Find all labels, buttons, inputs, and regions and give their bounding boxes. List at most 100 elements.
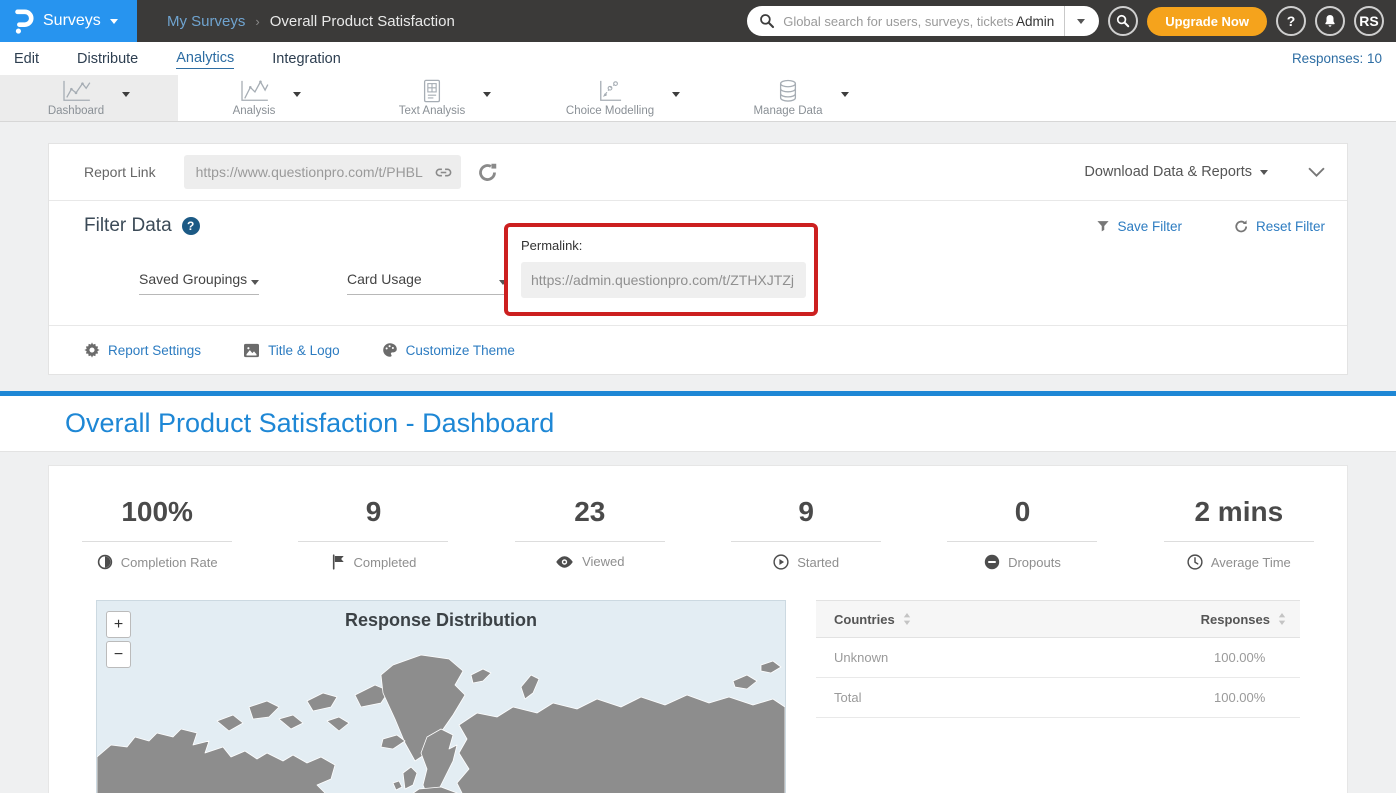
notifications-button[interactable]: [1315, 6, 1345, 36]
clock-icon: [1187, 554, 1203, 570]
palette-icon: [382, 342, 398, 358]
subnav-item-analytics[interactable]: Analytics: [176, 48, 234, 69]
chevron-down-icon: [1260, 170, 1268, 175]
stats-row: 100% Completion Rate 9: [49, 466, 1347, 570]
play-circle-icon: [773, 554, 789, 570]
save-filter-label: Save Filter: [1117, 219, 1182, 234]
document-grid-icon: [419, 79, 445, 103]
chevron-down-icon[interactable]: [483, 92, 491, 97]
report-actions-row: Report Settings Title & Logo Customize T…: [49, 326, 1347, 374]
responses-cell: 100.00%: [1214, 650, 1286, 665]
bell-icon: [1323, 14, 1337, 28]
stat-label: Completed: [354, 555, 417, 570]
upgrade-now-button[interactable]: Upgrade Now: [1147, 7, 1267, 36]
filter-help-icon[interactable]: ?: [182, 217, 200, 235]
responses-count: Responses: 10: [1292, 51, 1382, 66]
surveys-product-menu[interactable]: Surveys: [0, 0, 137, 42]
filter-data-title: Filter Data: [84, 215, 172, 237]
stat-value: 0: [1015, 496, 1031, 528]
collapse-chevron-icon[interactable]: [1308, 167, 1325, 178]
search-icon: [1116, 14, 1130, 28]
lower-row: Response Distribution + −: [49, 600, 1347, 793]
report-link-input[interactable]: [184, 155, 461, 189]
divider: [82, 541, 232, 542]
sort-icon[interactable]: [1278, 613, 1286, 625]
tab-text-analysis[interactable]: Text Analysis: [356, 75, 534, 121]
database-icon: [776, 79, 800, 103]
dashboard-panel: 100% Completion Rate 9: [48, 465, 1348, 793]
customize-theme-button[interactable]: Customize Theme: [382, 342, 515, 358]
response-distribution-map[interactable]: Response Distribution + −: [96, 600, 786, 793]
divider: [298, 541, 448, 542]
table-row: Total 100.00%: [816, 678, 1300, 718]
subnav-item-distribute[interactable]: Distribute: [77, 49, 138, 69]
map-zoom-in-button[interactable]: +: [106, 611, 131, 638]
question-mark-icon: ?: [1287, 13, 1296, 29]
link-icon[interactable]: [434, 163, 453, 182]
report-settings-button[interactable]: Report Settings: [84, 342, 201, 358]
search-button[interactable]: [1108, 6, 1138, 36]
countries-header-label: Countries: [834, 612, 895, 627]
half-circle-icon: [97, 554, 113, 570]
stat-completion-rate: 100% Completion Rate: [49, 496, 265, 570]
tab-choice-modelling[interactable]: Choice Modelling: [534, 75, 712, 121]
responses-header-cell[interactable]: Responses: [1201, 612, 1286, 627]
customize-theme-label: Customize Theme: [406, 343, 515, 358]
subnav-item-integration[interactable]: Integration: [272, 49, 341, 69]
refresh-link-icon[interactable]: [477, 162, 498, 183]
stat-value: 2 mins: [1194, 496, 1283, 528]
tab-dashboard[interactable]: Dashboard: [0, 75, 178, 121]
chevron-down-icon[interactable]: [841, 92, 849, 97]
world-map[interactable]: [97, 639, 785, 793]
tab-analysis[interactable]: Analysis: [178, 75, 356, 121]
chevron-down-icon[interactable]: [672, 92, 680, 97]
main-content: Report Link Download Data & Reports: [0, 143, 1396, 793]
countries-table-header: Countries Responses: [816, 600, 1300, 638]
save-filter-button[interactable]: Save Filter: [1096, 219, 1182, 234]
tab-label: Choice Modelling: [566, 105, 654, 117]
title-logo-button[interactable]: Title & Logo: [243, 343, 340, 358]
report-link-row: Report Link Download Data & Reports: [49, 144, 1347, 201]
eye-icon: [555, 555, 574, 569]
chevron-down-icon: [1077, 19, 1085, 24]
reset-icon: [1234, 219, 1249, 234]
help-button[interactable]: ?: [1276, 6, 1306, 36]
permalink-input[interactable]: [521, 262, 806, 298]
stat-label: Completion Rate: [121, 555, 218, 570]
product-name: Surveys: [43, 12, 101, 30]
stat-average-time: 2 mins Average Time: [1131, 496, 1347, 570]
page-title: Overall Product Satisfaction - Dashboard: [65, 408, 554, 439]
subnav-item-edit[interactable]: Edit: [14, 49, 39, 69]
scatter-chart-icon: [596, 79, 624, 103]
search-scope-dropdown[interactable]: [1065, 6, 1089, 36]
flag-icon: [331, 554, 346, 570]
stat-value: 23: [574, 496, 605, 528]
avatar-initials: RS: [1359, 13, 1378, 29]
report-link-label: Report Link: [84, 164, 156, 180]
tab-manage-data[interactable]: Manage Data: [712, 75, 890, 121]
countries-header-cell[interactable]: Countries: [834, 612, 1201, 627]
stat-label: Started: [797, 555, 839, 570]
saved-groupings-dropdown[interactable]: Saved Groupings: [139, 271, 259, 295]
global-search[interactable]: Admin: [747, 6, 1099, 36]
download-data-reports-dropdown[interactable]: Download Data & Reports: [1084, 164, 1268, 180]
report-panel: Report Link Download Data & Reports: [48, 143, 1348, 375]
chevron-down-icon: [110, 19, 118, 24]
divider: [515, 541, 665, 542]
filter-area: Filter Data ? Save Filter Res: [49, 201, 1347, 326]
minus-circle-icon: [984, 554, 1000, 570]
permalink-label: Permalink:: [521, 238, 801, 253]
global-search-input[interactable]: [783, 14, 1016, 29]
chevron-down-icon[interactable]: [122, 92, 130, 97]
questionpro-logo-icon: [12, 8, 34, 34]
chevron-down-icon[interactable]: [293, 92, 301, 97]
sort-icon[interactable]: [903, 613, 911, 625]
divider: [947, 541, 1097, 542]
reset-filter-button[interactable]: Reset Filter: [1234, 219, 1325, 234]
user-avatar[interactable]: RS: [1354, 6, 1384, 36]
card-usage-dropdown[interactable]: Card Usage: [347, 271, 507, 295]
stat-label: Average Time: [1211, 555, 1291, 570]
stat-started: 9 Started: [698, 496, 914, 570]
breadcrumb-my-surveys[interactable]: My Surveys: [167, 13, 245, 30]
tab-label: Manage Data: [753, 105, 822, 117]
